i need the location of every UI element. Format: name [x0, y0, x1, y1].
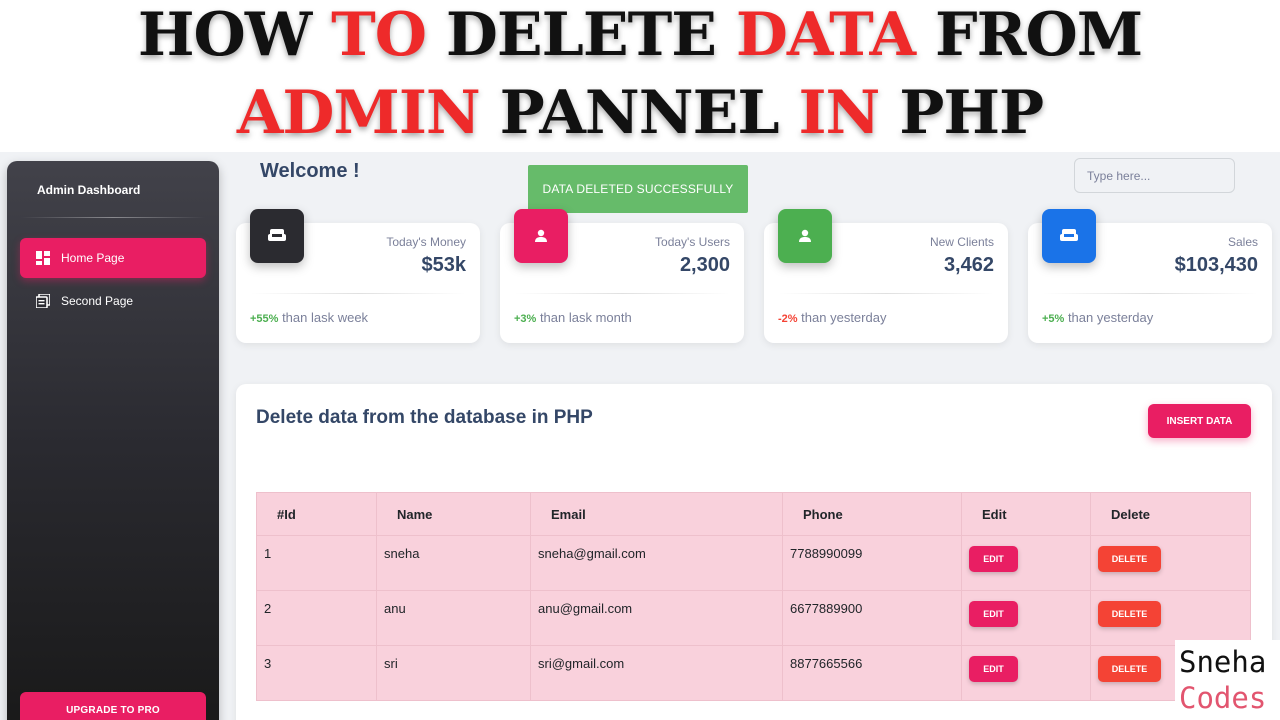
stat-divider — [1042, 293, 1258, 294]
cell-delete: DELETE — [1090, 535, 1251, 591]
delete-button[interactable]: DELETE — [1098, 601, 1161, 627]
table-title: Delete data from the database in PHP — [256, 407, 593, 428]
stat-change-text: than lask month — [536, 310, 632, 325]
edit-button[interactable]: EDIT — [969, 601, 1018, 627]
stat-change-text: than lask week — [278, 310, 369, 325]
stat-label: Today's Users — [655, 235, 730, 249]
cell-name: anu — [376, 590, 531, 646]
delete-button[interactable]: DELETE — [1098, 546, 1161, 572]
table-header-row: #Id Name Email Phone Edit Delete — [256, 492, 1251, 536]
pages-icon — [35, 293, 51, 309]
column-header-name: Name — [376, 492, 531, 536]
stat-change-text: than yesterday — [1064, 310, 1154, 325]
cell-phone: 6677889900 — [782, 590, 962, 646]
stat-value: 2,300 — [679, 254, 730, 276]
column-header-email: Email — [530, 492, 783, 536]
stat-footer: +5% than yesterday — [1042, 310, 1153, 325]
person-icon — [514, 209, 568, 263]
cell-delete: DELETE — [1090, 590, 1251, 646]
page-title: Welcome ! — [260, 160, 360, 182]
watermark-line-1: Sneha — [1179, 645, 1267, 679]
cell-email: sri@gmail.com — [530, 645, 783, 701]
stat-card-clients: New Clients 3,462 -2% than yesterday — [764, 209, 1008, 343]
sidebar-divider — [21, 217, 205, 218]
column-header-delete: Delete — [1090, 492, 1251, 536]
cell-id: 3 — [256, 645, 377, 701]
sidebar-item-label: Second Page — [61, 294, 134, 308]
users-table: #Id Name Email Phone Edit Delete 1 sneha… — [256, 492, 1251, 701]
cell-name: sri — [376, 645, 531, 701]
stat-value: 3,462 — [943, 254, 994, 276]
upgrade-button[interactable]: UPGRADE TO PRO — [20, 692, 206, 720]
stat-change: +3% — [514, 313, 537, 325]
stat-value: $103,430 — [1174, 254, 1258, 276]
stat-divider — [514, 293, 730, 294]
edit-button[interactable]: EDIT — [969, 546, 1018, 572]
sidebar-item-home-page[interactable]: Home Page — [20, 238, 206, 278]
cell-name: sneha — [376, 535, 531, 591]
stat-divider — [250, 293, 466, 294]
table-row: 1 sneha sneha@gmail.com 7788990099 EDIT … — [256, 535, 1251, 591]
search-input[interactable] — [1074, 158, 1235, 193]
cell-edit: EDIT — [961, 645, 1091, 701]
title-banner: HOW TO DELETE DATA FROM ADMIN PANNEL IN … — [0, 0, 1280, 152]
success-toast: DATA DELETED SUCCESSFULLY — [528, 165, 748, 213]
column-header-phone: Phone — [782, 492, 962, 536]
delete-button[interactable]: DELETE — [1098, 656, 1161, 682]
stat-card-users: Today's Users 2,300 +3% than lask month — [500, 209, 744, 343]
stat-label: Sales — [1227, 235, 1258, 249]
column-header-id: #Id — [256, 492, 377, 536]
stat-change: +55% — [250, 313, 279, 325]
cell-phone: 7788990099 — [782, 535, 962, 591]
stat-value: $53k — [421, 254, 467, 276]
cell-edit: EDIT — [961, 590, 1091, 646]
stat-card-money: Today's Money $53k +55% than lask week — [236, 209, 480, 343]
channel-watermark: Sneha Codes — [1175, 640, 1280, 720]
cell-phone: 8877665566 — [782, 645, 962, 701]
cell-email: sneha@gmail.com — [530, 535, 783, 591]
stat-card-sales: Sales $103,430 +5% than yesterday — [1028, 209, 1272, 343]
stat-label: Today's Money — [386, 235, 466, 249]
watermark-line-2: Codes — [1179, 681, 1267, 715]
stat-change-text: than yesterday — [797, 310, 887, 325]
stat-label: New Clients — [929, 235, 994, 249]
sidebar: Admin Dashboard Home Page Second Page UP… — [7, 161, 219, 720]
sidebar-item-second-page[interactable]: Second Page — [20, 281, 206, 321]
data-table-card: Delete data from the database in PHP INS… — [236, 384, 1272, 720]
person-icon — [778, 209, 832, 263]
cell-id: 1 — [256, 535, 377, 591]
sidebar-brand[interactable]: Admin Dashboard — [37, 183, 140, 197]
stat-divider — [778, 293, 994, 294]
sidebar-item-label: Home Page — [61, 251, 125, 265]
cell-edit: EDIT — [961, 535, 1091, 591]
table-row: 2 anu anu@gmail.com 6677889900 EDIT DELE… — [256, 590, 1251, 646]
stat-footer: -2% than yesterday — [778, 310, 886, 325]
weekend-icon — [1042, 209, 1096, 263]
cell-email: anu@gmail.com — [530, 590, 783, 646]
column-header-edit: Edit — [961, 492, 1091, 536]
cell-id: 2 — [256, 590, 377, 646]
weekend-icon — [250, 209, 304, 263]
stat-footer: +3% than lask month — [514, 310, 632, 325]
banner-line-1: HOW TO DELETE DATA FROM — [137, 0, 1143, 70]
edit-button[interactable]: EDIT — [969, 656, 1018, 682]
insert-data-button[interactable]: INSERT DATA — [1148, 404, 1251, 438]
table-row: 3 sri sri@gmail.com 8877665566 EDIT DELE… — [256, 645, 1251, 701]
stat-change: +5% — [1042, 313, 1065, 325]
stat-change: -2% — [778, 313, 798, 325]
dashboard-icon — [36, 251, 50, 265]
stat-footer: +55% than lask week — [250, 310, 368, 325]
banner-line-2: ADMIN PANNEL IN PHP — [236, 78, 1044, 148]
